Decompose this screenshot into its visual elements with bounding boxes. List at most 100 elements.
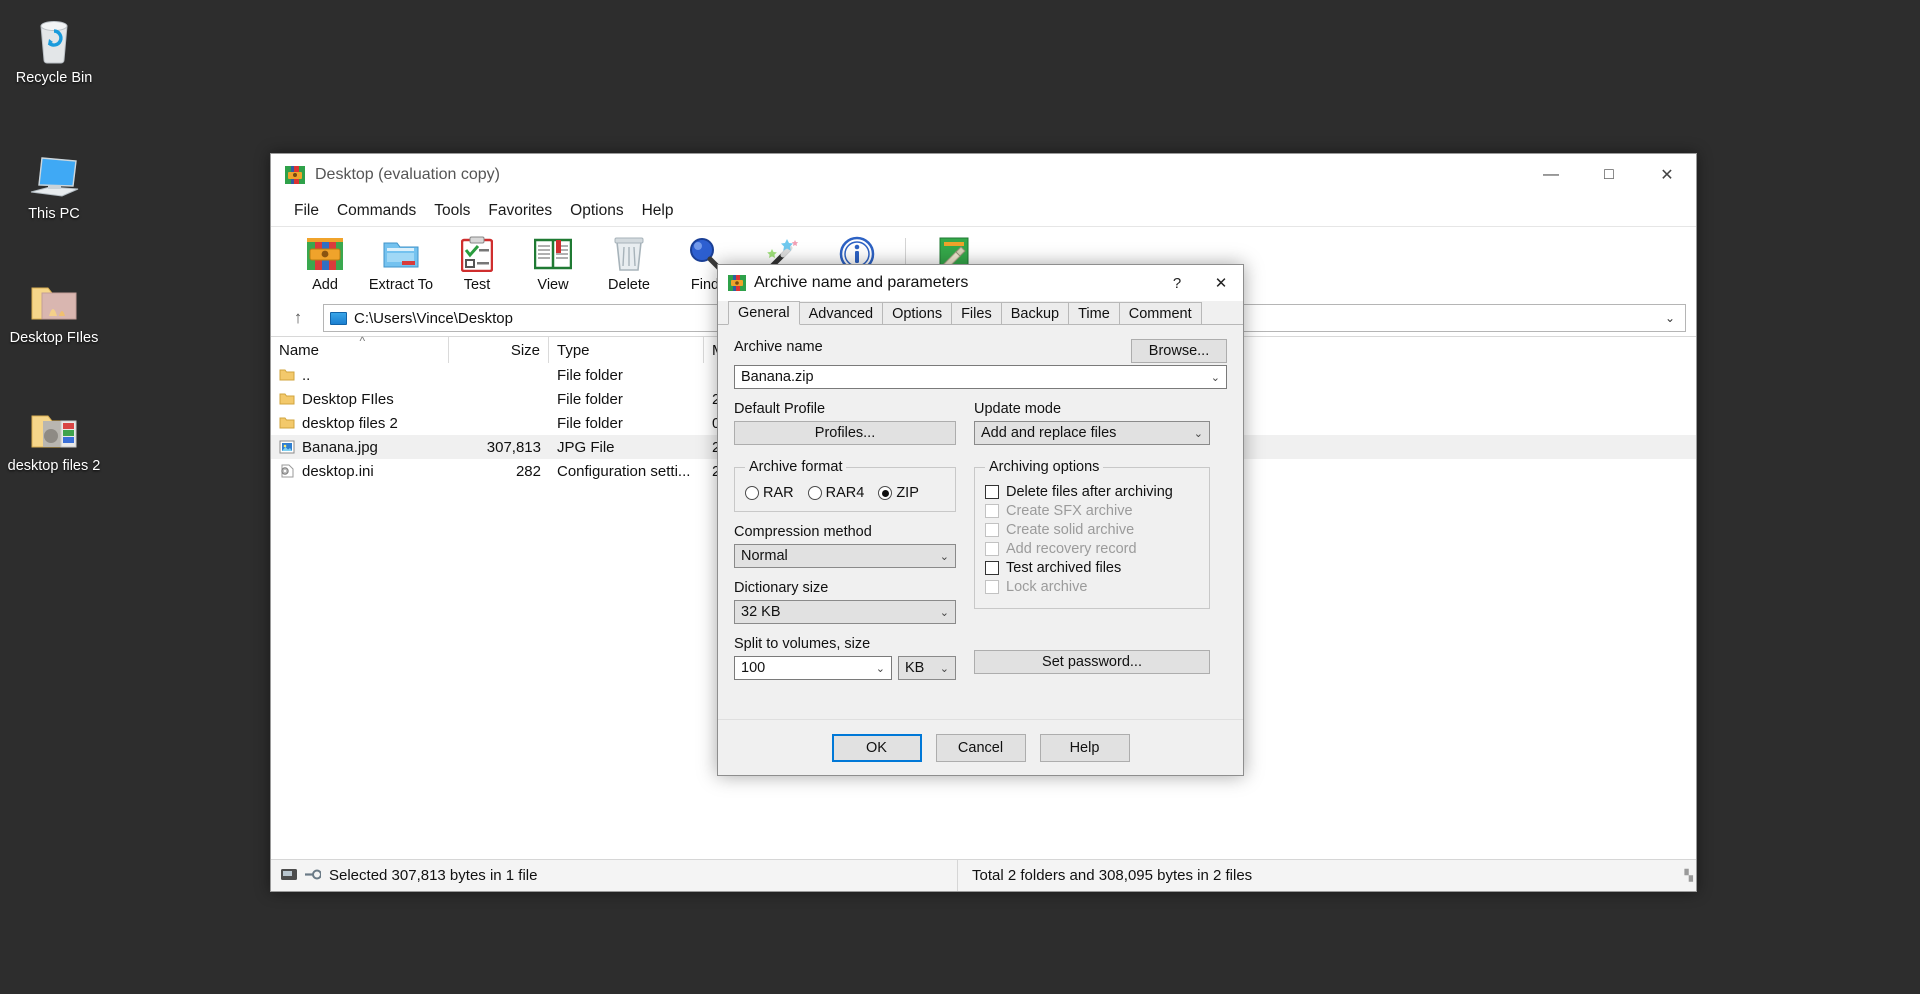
desktop-icon-recycle-bin[interactable]: Recycle Bin bbox=[0, 12, 108, 86]
desktop-icon-desktop-files[interactable]: Desktop FIles bbox=[0, 272, 108, 346]
checkbox-indicator bbox=[985, 523, 999, 537]
recycle-bin-icon bbox=[0, 12, 108, 64]
checkbox-test-archived-files[interactable]: Test archived files bbox=[985, 560, 1199, 576]
cancel-button[interactable]: Cancel bbox=[936, 734, 1026, 762]
winrar-titlebar: Desktop (evaluation copy) — □ ✕ bbox=[271, 154, 1696, 196]
menu-favorites[interactable]: Favorites bbox=[479, 199, 561, 223]
menu-options[interactable]: Options bbox=[561, 199, 632, 223]
config-file-icon bbox=[279, 464, 295, 478]
checkbox-add-recovery-record: Add recovery record bbox=[985, 541, 1199, 557]
resize-grip[interactable]: ▚ bbox=[1685, 869, 1692, 882]
minimize-button[interactable]: — bbox=[1522, 154, 1580, 196]
winrar-menubar: File Commands Tools Favorites Options He… bbox=[271, 196, 1696, 226]
archiving-options-group: Archiving options Delete files after arc… bbox=[974, 459, 1210, 609]
menu-help[interactable]: Help bbox=[633, 199, 683, 223]
image-file-icon bbox=[279, 440, 295, 454]
checkbox-indicator bbox=[985, 542, 999, 556]
dictionary-size-select[interactable]: 32 KB ⌄ bbox=[734, 600, 956, 624]
desktop-icon-desktop-files-2[interactable]: desktop files 2 bbox=[0, 400, 108, 474]
archive-parameters-dialog: Archive name and parameters ? ✕ General … bbox=[717, 264, 1244, 776]
dialog-tabs: General Advanced Options Files Backup Ti… bbox=[718, 301, 1243, 325]
winrar-app-icon bbox=[285, 166, 305, 184]
toolbar-test-button[interactable]: Test bbox=[439, 229, 515, 299]
help-button[interactable]: Help bbox=[1040, 734, 1130, 762]
toolbar-label: Extract To bbox=[369, 277, 433, 293]
chevron-down-icon: ⌄ bbox=[940, 662, 949, 675]
column-header-type[interactable]: Type bbox=[549, 337, 704, 363]
split-volumes-input[interactable]: 100 ⌄ bbox=[734, 656, 892, 680]
key-icon bbox=[305, 867, 321, 884]
checkbox-label: Add recovery record bbox=[1006, 541, 1137, 557]
radio-indicator bbox=[745, 486, 759, 500]
radio-indicator bbox=[808, 486, 822, 500]
desktop-icon-label: Desktop FIles bbox=[0, 330, 108, 346]
update-mode-select[interactable]: Add and replace files ⌄ bbox=[974, 421, 1210, 445]
dialog-close-button[interactable]: ✕ bbox=[1199, 265, 1243, 301]
compression-method-label: Compression method bbox=[734, 524, 956, 540]
desktop-icon-label: Recycle Bin bbox=[0, 70, 108, 86]
tab-comment[interactable]: Comment bbox=[1119, 302, 1202, 324]
compression-method-select[interactable]: Normal ⌄ bbox=[734, 544, 956, 568]
dialog-titlebar: Archive name and parameters ? ✕ bbox=[718, 265, 1243, 301]
split-volumes-label: Split to volumes, size bbox=[734, 636, 956, 652]
test-clipboard-icon bbox=[461, 233, 493, 275]
update-mode-value: Add and replace files bbox=[981, 425, 1116, 441]
tab-time[interactable]: Time bbox=[1068, 302, 1120, 324]
tab-general[interactable]: General bbox=[728, 301, 800, 325]
toolbar-extract-to-button[interactable]: Extract To bbox=[363, 229, 439, 299]
navigate-up-button[interactable]: ↑ bbox=[281, 304, 315, 332]
status-total-text: Total 2 folders and 308,095 bytes in 2 f… bbox=[972, 867, 1252, 884]
dictionary-size-value: 32 KB bbox=[741, 604, 781, 620]
menu-commands[interactable]: Commands bbox=[328, 199, 425, 223]
menu-tools[interactable]: Tools bbox=[425, 199, 479, 223]
toolbar-view-button[interactable]: View bbox=[515, 229, 591, 299]
checkbox-create-solid-archive: Create solid archive bbox=[985, 522, 1199, 538]
checkbox-indicator bbox=[985, 485, 999, 499]
radio-format-zip[interactable]: ZIP bbox=[878, 485, 919, 501]
this-pc-icon bbox=[0, 148, 108, 200]
tab-files[interactable]: Files bbox=[951, 302, 1002, 324]
column-header-size[interactable]: Size bbox=[449, 337, 549, 363]
close-button[interactable]: ✕ bbox=[1638, 154, 1696, 196]
add-archive-icon bbox=[306, 233, 344, 275]
update-mode-label: Update mode bbox=[974, 401, 1210, 417]
dialog-window-controls: ? ✕ bbox=[1155, 265, 1243, 301]
toolbar-delete-button[interactable]: Delete bbox=[591, 229, 667, 299]
checkbox-create-sfx-archive: Create SFX archive bbox=[985, 503, 1199, 519]
computer-icon bbox=[330, 312, 347, 325]
checkbox-indicator bbox=[985, 580, 999, 594]
radio-format-rar[interactable]: RAR bbox=[745, 485, 794, 501]
column-header-name[interactable]: Name bbox=[271, 337, 449, 363]
checkbox-indicator bbox=[985, 504, 999, 518]
drive-icon bbox=[281, 867, 297, 884]
profiles-button[interactable]: Profiles... bbox=[734, 421, 956, 445]
ok-button[interactable]: OK bbox=[832, 734, 922, 762]
winrar-window-controls: — □ ✕ bbox=[1522, 154, 1696, 196]
chevron-down-icon: ⌄ bbox=[1194, 427, 1203, 440]
chevron-down-icon[interactable]: ⌄ bbox=[1665, 311, 1679, 325]
checkbox-delete-files-after-archiving[interactable]: Delete files after archiving bbox=[985, 484, 1199, 500]
set-password-button[interactable]: Set password... bbox=[974, 650, 1210, 674]
browse-button[interactable]: Browse... bbox=[1131, 339, 1227, 363]
toolbar-label: Add bbox=[312, 277, 338, 293]
toolbar-add-button[interactable]: Add bbox=[287, 229, 363, 299]
archive-name-label: Archive name bbox=[734, 339, 1131, 355]
status-selected-text: Selected 307,813 bytes in 1 file bbox=[329, 867, 537, 884]
chevron-down-icon[interactable]: ⌄ bbox=[1211, 371, 1220, 384]
archiving-options-legend: Archiving options bbox=[985, 459, 1103, 475]
tab-advanced[interactable]: Advanced bbox=[799, 302, 884, 324]
chevron-down-icon: ⌄ bbox=[940, 550, 949, 563]
radio-format-rar4[interactable]: RAR4 bbox=[808, 485, 865, 501]
tab-options[interactable]: Options bbox=[882, 302, 952, 324]
dialog-help-button[interactable]: ? bbox=[1155, 265, 1199, 301]
checkbox-lock-archive: Lock archive bbox=[985, 579, 1199, 595]
maximize-button[interactable]: □ bbox=[1580, 154, 1638, 196]
archive-name-input[interactable]: Banana.zip ⌄ bbox=[734, 365, 1227, 389]
tab-backup[interactable]: Backup bbox=[1001, 302, 1069, 324]
split-volumes-unit-select[interactable]: KB ⌄ bbox=[898, 656, 956, 680]
toolbar-label: Delete bbox=[608, 277, 650, 293]
desktop-icon-this-pc[interactable]: This PC bbox=[0, 148, 108, 222]
folder-icon bbox=[279, 392, 295, 406]
menu-file[interactable]: File bbox=[285, 199, 328, 223]
desktop-icon-label: desktop files 2 bbox=[0, 458, 108, 474]
